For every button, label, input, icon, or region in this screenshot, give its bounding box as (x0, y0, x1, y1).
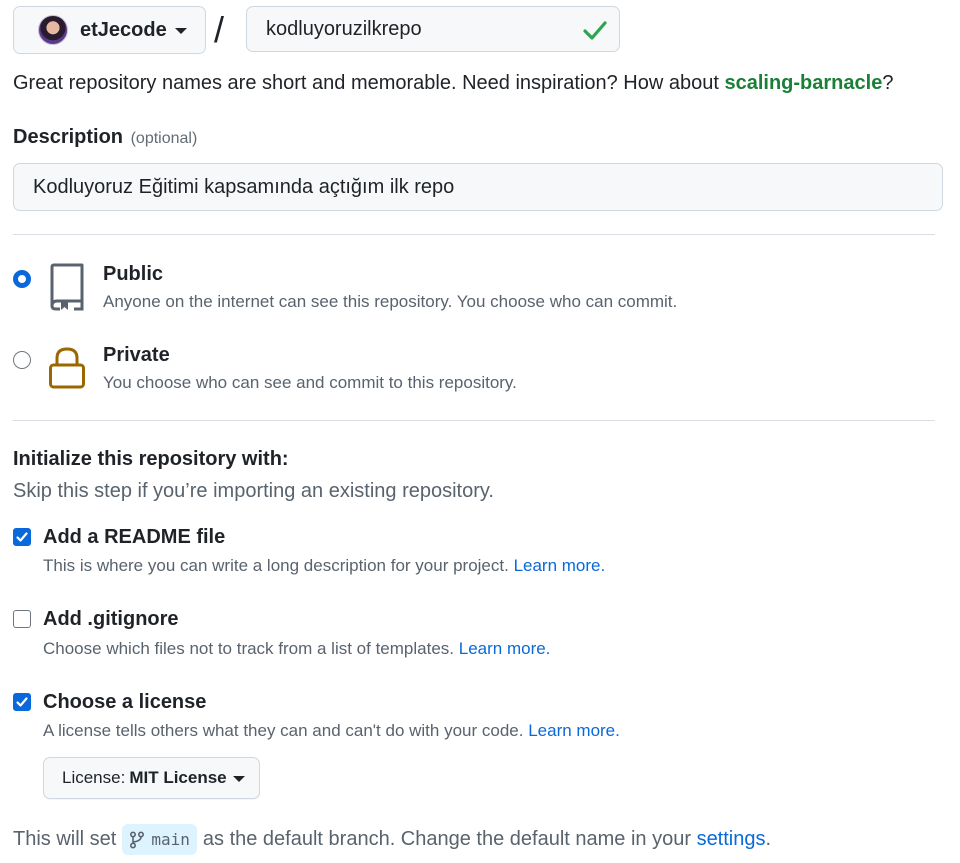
readme-desc: This is where you can write a long descr… (43, 556, 606, 575)
gitignore-learn-more-link[interactable]: Learn more. (459, 639, 551, 658)
visibility-private-radio[interactable] (13, 351, 31, 369)
default-branch-note: This will set main as the default branch… (13, 824, 771, 855)
branch-chip: main (122, 824, 197, 855)
visibility-public-title: Public (103, 263, 164, 285)
license-selected-value: MIT License (129, 768, 227, 787)
readme-learn-more-link[interactable]: Learn more. (514, 556, 606, 575)
name-suggestion-link[interactable]: scaling-barnacle (724, 72, 882, 94)
checkmark-icon (16, 532, 28, 542)
owner-name: etJecode (80, 18, 167, 41)
license-checkbox[interactable] (13, 693, 31, 711)
visibility-private-desc: You choose who can see and commit to thi… (103, 373, 517, 392)
owner-select-button[interactable]: etJecode (13, 6, 206, 54)
repository-name-input[interactable] (246, 6, 620, 52)
gitignore-desc: Choose which files not to track from a l… (43, 639, 551, 658)
divider (13, 420, 935, 421)
repository-name-hint: Great repository names are short and mem… (13, 72, 894, 94)
repo-icon (50, 263, 84, 311)
visibility-public-desc: Anyone on the internet can see this repo… (103, 292, 678, 311)
user-avatar (38, 15, 68, 45)
description-label: Description (optional) (13, 126, 198, 148)
check-icon (583, 21, 607, 40)
gitignore-title: Add .gitignore (43, 608, 179, 630)
license-select-button[interactable]: License: MIT License (43, 757, 260, 799)
description-input[interactable] (13, 163, 943, 211)
checkmark-icon (16, 697, 28, 707)
gitignore-checkbox[interactable] (13, 610, 31, 628)
settings-link[interactable]: settings (697, 828, 766, 851)
initialize-subtitle: Skip this step if you’re importing an ex… (13, 480, 494, 502)
readme-title: Add a README file (43, 526, 226, 548)
license-title: Choose a license (43, 691, 207, 713)
initialize-title: Initialize this repository with: (13, 448, 289, 470)
chevron-down-icon (174, 28, 187, 34)
git-branch-icon (130, 830, 145, 849)
license-desc: A license tells others what they can and… (43, 721, 620, 740)
visibility-private-title: Private (103, 344, 170, 366)
license-learn-more-link[interactable]: Learn more. (528, 721, 620, 740)
readme-checkbox[interactable] (13, 528, 31, 546)
chevron-down-icon (232, 776, 245, 782)
optional-tag: (optional) (130, 130, 198, 147)
visibility-public-radio[interactable] (13, 270, 31, 288)
divider (13, 234, 935, 235)
branch-name: main (151, 830, 190, 849)
lock-icon (49, 347, 85, 389)
owner-repo-separator: / (214, 9, 225, 50)
